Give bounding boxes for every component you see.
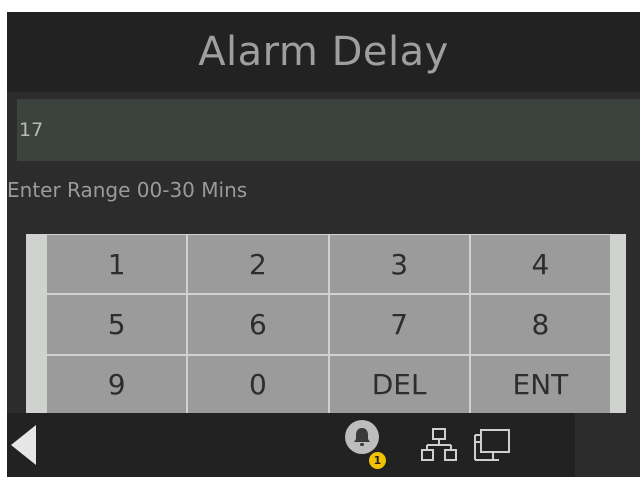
delete-key[interactable]: DEL [329,355,469,414]
numeric-keypad: 1 2 3 4 5 6 7 8 9 0 DEL ENT [26,234,626,414]
back-button[interactable] [7,413,57,477]
bell-icon [345,420,379,454]
alarm-delay-screen: Alarm Delay 17 Enter Range 00-30 Mins 12… [7,12,640,477]
input-value: 17 [19,119,44,141]
bottom-bar-right-panel [575,413,640,477]
key-3[interactable]: 3 [329,235,469,294]
key-6[interactable]: 6 [188,295,328,354]
key-9[interactable]: 9 [47,355,187,414]
keypad-grid: 1 2 3 4 5 6 7 8 9 0 DEL ENT [47,235,610,414]
computer-icon[interactable] [473,427,511,463]
alarm-count-badge: 1 [369,452,386,469]
enter-key[interactable]: ENT [470,355,610,414]
key-2[interactable]: 2 [188,235,328,294]
key-5[interactable]: 5 [47,295,187,354]
value-input[interactable]: 17 [17,99,640,161]
title-bar: Alarm Delay [7,12,640,92]
alarm-notification-button[interactable]: 1 [345,420,395,472]
key-0[interactable]: 0 [188,355,328,414]
page-title: Alarm Delay [198,29,449,75]
bottom-bar: 1 [7,413,640,477]
range-hint: Enter Range 00-30 Mins [7,178,248,202]
key-1[interactable]: 1 [47,235,187,294]
key-4[interactable]: 4 [470,235,610,294]
key-8[interactable]: 8 [470,295,610,354]
key-7[interactable]: 7 [329,295,469,354]
network-icon[interactable] [421,427,457,463]
back-arrow-icon [11,425,36,465]
